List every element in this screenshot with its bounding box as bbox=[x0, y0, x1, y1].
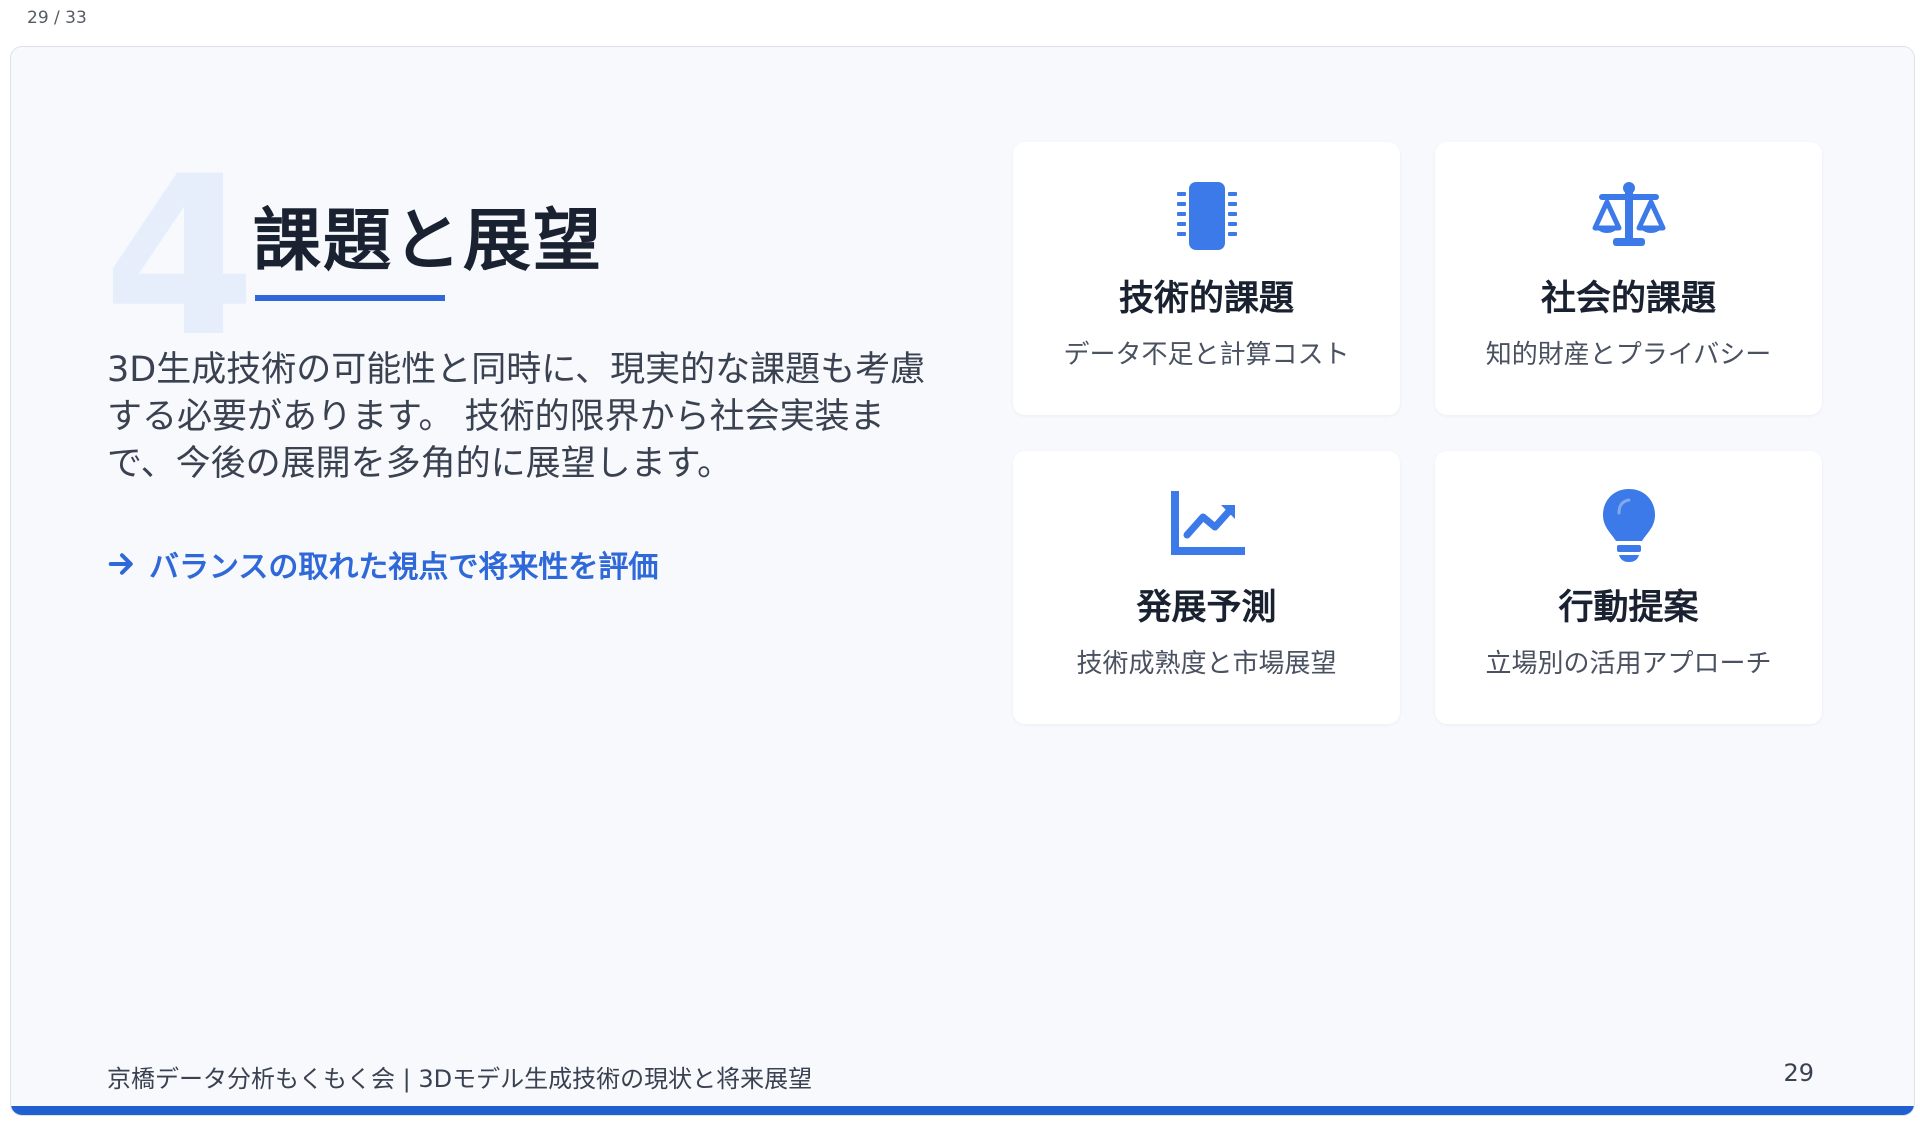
card-technical-issues: 技術的課題 データ不足と計算コスト bbox=[1013, 142, 1400, 415]
slide: 4 課題と展望 3D生成技術の可能性と同時に、現実的な課題も考慮する必要がありま… bbox=[10, 46, 1915, 1116]
card-subtitle: 技術成熟度と市場展望 bbox=[1076, 649, 1337, 679]
card-title: 社会的課題 bbox=[1540, 279, 1716, 319]
footer-page-number: 29 bbox=[1783, 1059, 1814, 1087]
card-subtitle: 立場別の活用アプローチ bbox=[1485, 649, 1772, 679]
card-title: 発展予測 bbox=[1136, 588, 1277, 628]
card-development-forecast: 発展予測 技術成熟度と市場展望 bbox=[1013, 451, 1400, 724]
title-underline bbox=[255, 295, 445, 301]
arrow-right-icon bbox=[108, 553, 133, 575]
footer-text: 京橋データ分析もくもく会 | 3Dモデル生成技術の現状と将来展望 bbox=[107, 1065, 813, 1093]
lightbulb-icon bbox=[1602, 489, 1655, 562]
slide-title: 課題と展望 bbox=[253, 202, 604, 281]
slide-description: 3D生成技術の可能性と同時に、現実的な課題も考慮する必要があります。 技術的限界… bbox=[107, 350, 926, 484]
cta-link[interactable]: バランスの取れた視点で将来性を評価 bbox=[107, 542, 658, 586]
cta-label: バランスの取れた視点で将来性を評価 bbox=[149, 550, 659, 585]
chip-icon bbox=[1176, 182, 1237, 250]
card-subtitle: データ不足と計算コスト bbox=[1063, 340, 1350, 370]
page-counter: 29 / 33 bbox=[27, 8, 87, 28]
bottom-accent-bar bbox=[11, 1106, 1914, 1115]
trend-chart-icon bbox=[1170, 491, 1245, 555]
scale-icon bbox=[1592, 182, 1665, 246]
card-action-proposal: 行動提案 立場別の活用アプローチ bbox=[1435, 451, 1822, 724]
card-subtitle: 知的財産とプライバシー bbox=[1485, 340, 1772, 370]
card-title: 行動提案 bbox=[1558, 588, 1699, 628]
section-number: 4 bbox=[103, 129, 257, 385]
card-social-issues: 社会的課題 知的財産とプライバシー bbox=[1435, 142, 1822, 415]
card-title: 技術的課題 bbox=[1118, 279, 1294, 319]
